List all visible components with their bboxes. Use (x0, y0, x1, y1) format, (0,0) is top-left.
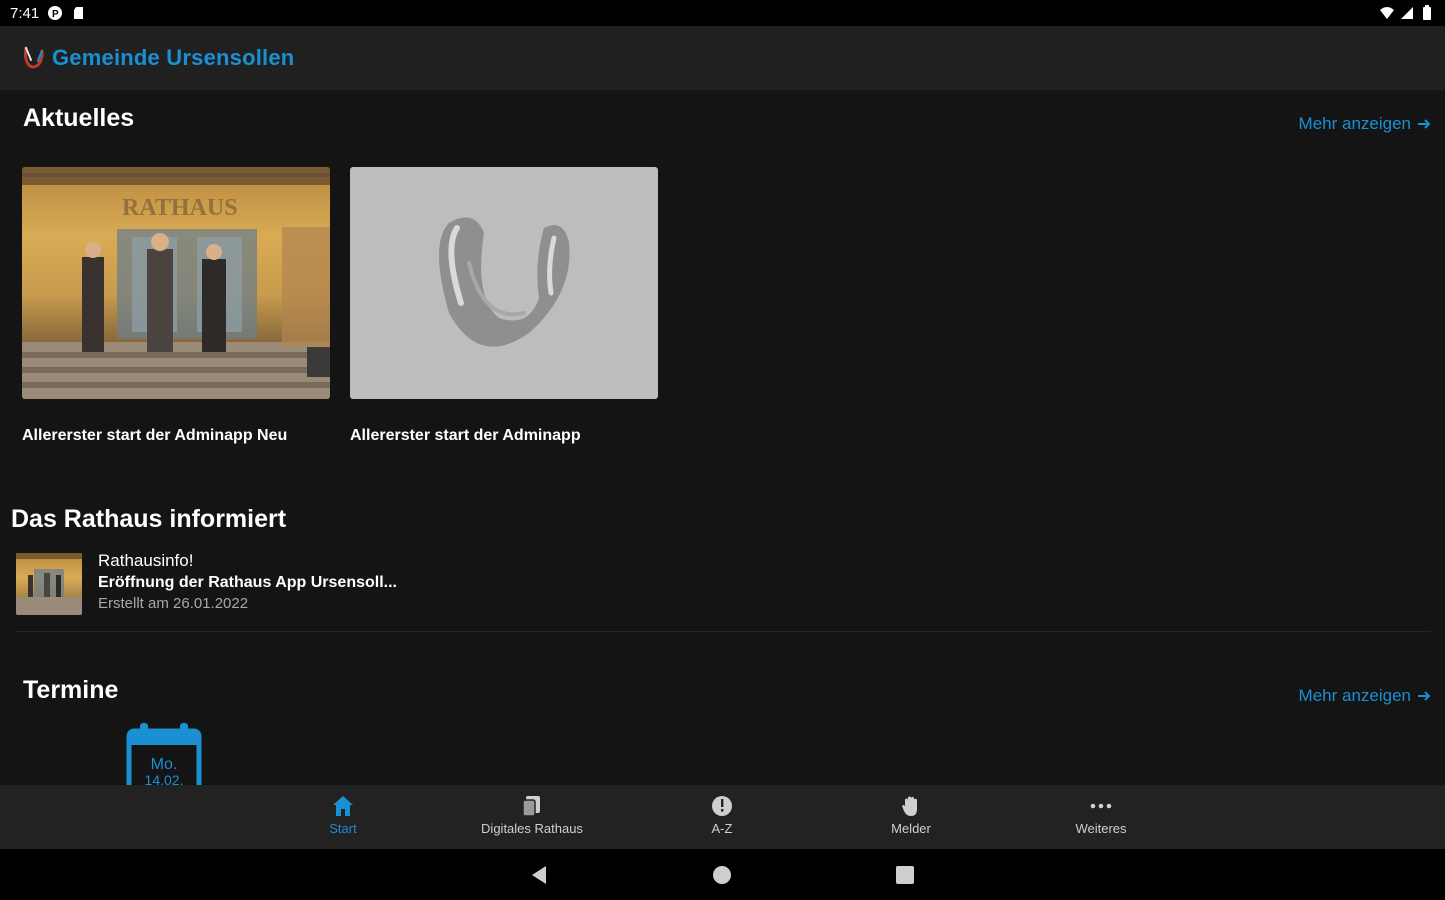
termine-header: Termine (23, 676, 1445, 705)
aktuelles-header: Aktuelles (23, 104, 1445, 133)
termine-title: Termine (23, 676, 119, 704)
nav-item-a-z[interactable]: A-Z (642, 793, 802, 836)
info-title: Rathausinfo! (98, 551, 194, 570)
termine-more-label: Mehr anzeigen (1298, 686, 1411, 705)
news-image-placeholder (350, 167, 658, 399)
svg-text:RATHAUS: RATHAUS (122, 195, 238, 221)
more-icon (1088, 793, 1114, 819)
svg-text:P: P (52, 9, 59, 20)
nav-item-melder[interactable]: Melder (831, 793, 991, 836)
nav-label: Melder (891, 821, 931, 836)
home-button-icon[interactable] (710, 863, 734, 887)
recents-icon[interactable] (893, 863, 917, 887)
sd-card-icon (74, 7, 84, 19)
bottom-navigation: Start Digitales Rathaus A-Z Melder Weite… (0, 785, 1445, 849)
rathaus-informiert-header: Das Rathaus informiert (11, 505, 1445, 534)
info-thumbnail (16, 553, 82, 615)
main-content[interactable]: Aktuelles Mehr anzeigen RATHAUS Allerers… (0, 90, 1445, 785)
gemeinde-logo-icon (439, 217, 570, 347)
arrow-right-icon (1418, 119, 1431, 129)
nav-label: Start (329, 821, 357, 836)
news-card[interactable]: Allererster start der Adminapp (350, 167, 658, 445)
app-title: Gemeinde Ursensollen (52, 45, 295, 70)
status-bar: 7:41 P (0, 0, 1445, 26)
app-logo-icon (23, 46, 44, 69)
aktuelles-more-label: Mehr anzeigen (1298, 114, 1411, 133)
home-icon (330, 793, 356, 819)
system-navigation-bar (0, 849, 1445, 900)
news-card[interactable]: RATHAUS Allererster start der Adminapp N… (22, 167, 330, 445)
signal-icon (1401, 7, 1413, 19)
arrow-right-icon (1418, 691, 1431, 701)
news-caption: Allererster start der Adminapp Neu (22, 427, 288, 444)
aktuelles-more-link[interactable]: Mehr anzeigen (1299, 114, 1431, 134)
documents-icon (519, 793, 545, 819)
app-bar: Gemeinde Ursensollen (0, 26, 1445, 90)
nav-item-digitales-rathaus[interactable]: Digitales Rathaus (452, 793, 612, 836)
info-date: Erstellt am 26.01.2022 (98, 595, 249, 612)
list-item[interactable]: Rathausinfo! Eröffnung der Rathaus App U… (16, 550, 1431, 632)
news-caption: Allererster start der Adminapp (350, 427, 581, 444)
info-subtitle: Eröffnung der Rathaus App Ursensoll... (98, 574, 397, 591)
nav-label: Weiteres (1075, 821, 1127, 836)
wifi-icon (1380, 7, 1394, 19)
termine-more-link[interactable]: Mehr anzeigen (1299, 686, 1431, 706)
info-icon (709, 793, 735, 819)
nav-label: Digitales Rathaus (481, 821, 583, 836)
nav-item-weiteres[interactable]: Weiteres (1021, 793, 1181, 836)
nav-label: A-Z (711, 821, 733, 836)
calendar-day: Mo. (151, 756, 178, 773)
calendar-icon[interactable]: Mo. 14.02. (126, 723, 202, 785)
app-notification-icon: P (48, 6, 63, 20)
rathaus-informiert-title: Das Rathaus informiert (11, 505, 287, 533)
status-time: 7:41 (10, 4, 40, 22)
back-icon[interactable] (528, 863, 552, 887)
calendar-date: 14.02. (145, 772, 184, 785)
hand-icon (898, 793, 924, 819)
news-image-rathaus: RATHAUS (22, 167, 330, 399)
nav-item-start[interactable]: Start (263, 793, 423, 836)
aktuelles-title: Aktuelles (23, 104, 135, 132)
battery-icon (1423, 5, 1431, 20)
